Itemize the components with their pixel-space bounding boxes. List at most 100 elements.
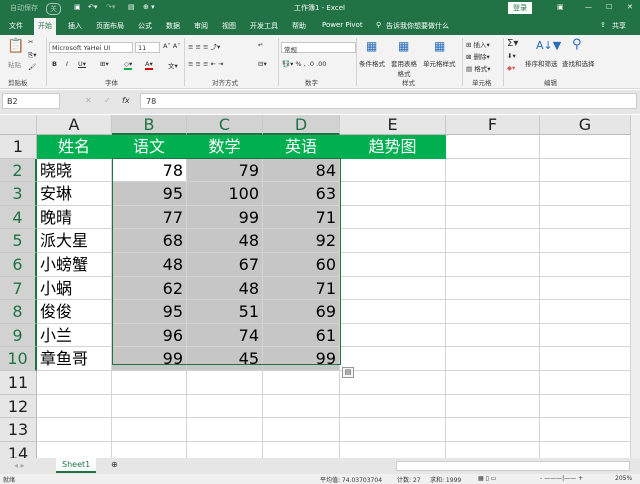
font-size-select[interactable]: 11 — [135, 42, 160, 53]
cell-f12[interactable] — [446, 394, 540, 419]
column-header-d[interactable]: D — [263, 115, 340, 135]
wrap-text-icon[interactable]: ↵ — [258, 41, 263, 49]
row-header-13[interactable]: 13 — [0, 418, 37, 442]
cell-f8[interactable] — [446, 300, 540, 324]
print-preview-icon[interactable]: ▤ — [128, 3, 135, 11]
cell-b4[interactable]: 77 — [112, 205, 187, 230]
cell-c10[interactable]: 45 — [187, 347, 263, 371]
sheet-tab-sheet1[interactable]: Sheet1 — [56, 458, 97, 473]
tab-developer[interactable]: 开发工具 — [250, 21, 278, 31]
column-header-f[interactable]: F — [446, 115, 540, 135]
cell-g9[interactable] — [540, 323, 631, 348]
cell-style-button[interactable]: 单元格样式 — [423, 58, 456, 68]
insert-function-icon[interactable]: fx — [122, 96, 130, 105]
underline-button[interactable]: U▾ — [78, 60, 86, 68]
cell-a8[interactable]: 俊俊 — [37, 300, 112, 324]
cell-c3[interactable]: 100 — [187, 182, 263, 206]
cell-f2[interactable] — [446, 158, 540, 183]
cell-a9[interactable]: 小兰 — [37, 323, 112, 348]
cell-b2[interactable]: 78 — [112, 158, 187, 183]
copy-icon[interactable]: ⎘▾ — [28, 51, 36, 60]
cell-d12[interactable] — [263, 394, 340, 419]
cell-f3[interactable] — [446, 182, 540, 206]
cell-a10[interactable]: 章鱼哥 — [37, 347, 112, 371]
autosave-toggle[interactable]: 关 — [46, 3, 61, 15]
cell-g13[interactable] — [540, 418, 631, 442]
cell-f13[interactable] — [446, 418, 540, 442]
cell-a5[interactable]: 派大星 — [37, 229, 112, 253]
cell-b12[interactable] — [112, 394, 187, 419]
font-grow-icon[interactable]: A˄ A˅ — [163, 42, 180, 50]
cell-b3[interactable]: 95 — [112, 182, 187, 206]
row-header-12[interactable]: 12 — [0, 394, 37, 419]
cell-g8[interactable] — [540, 300, 631, 324]
autosave-label[interactable]: 自动保存 — [10, 3, 38, 13]
tab-file[interactable]: 文件 — [9, 21, 23, 31]
clear-icon[interactable]: ◆▾ — [507, 64, 515, 72]
tab-view[interactable]: 视图 — [222, 21, 236, 31]
font-name-select[interactable]: Microsoft YaHei UI — [49, 42, 133, 53]
find-icon[interactable]: ⚲ — [572, 37, 582, 52]
cell-b9[interactable]: 96 — [112, 323, 187, 348]
close-icon[interactable]: ✕ — [627, 3, 633, 11]
cell-f7[interactable] — [446, 276, 540, 301]
sort-filter-button[interactable]: 排序和筛选 — [525, 58, 558, 68]
tab-help[interactable]: 帮助 — [292, 21, 306, 31]
paste-button[interactable]: 粘贴 — [8, 59, 21, 69]
cell-g1[interactable] — [540, 135, 631, 159]
font-color-icon[interactable]: A▾ — [145, 60, 153, 70]
tab-power-pivot[interactable]: Power Pivot — [322, 21, 363, 29]
cell-e12[interactable] — [340, 394, 446, 419]
horizontal-scrollbar[interactable] — [396, 461, 630, 471]
cell-g12[interactable] — [540, 394, 631, 419]
cell-d6[interactable]: 60 — [263, 253, 340, 277]
autosum-icon[interactable]: Σ▾ — [507, 38, 518, 49]
cell-b5[interactable]: 68 — [112, 229, 187, 253]
cell-c12[interactable] — [187, 394, 263, 419]
cell-style-icon[interactable]: ▦ — [434, 39, 445, 53]
cut-icon[interactable]: ✂ — [28, 38, 33, 46]
cell-b7[interactable]: 62 — [112, 276, 187, 301]
cell-d13[interactable] — [263, 418, 340, 442]
row-header-9[interactable]: 9 — [0, 323, 37, 348]
cell-e6[interactable] — [340, 253, 446, 277]
bold-button[interactable]: B — [52, 60, 57, 68]
column-header-a[interactable]: A — [37, 115, 112, 135]
vertical-scrollbar[interactable] — [631, 115, 640, 458]
cell-a12[interactable] — [37, 394, 112, 419]
row-header-6[interactable]: 6 — [0, 253, 37, 277]
cancel-icon[interactable]: ✕ — [85, 96, 92, 105]
cell-e4[interactable] — [340, 205, 446, 230]
cell-g5[interactable] — [540, 229, 631, 253]
row-header-2[interactable]: 2 — [0, 158, 37, 183]
cell-a3[interactable]: 安琳 — [37, 182, 112, 206]
align-top-icon[interactable]: ≡ ≡ ≡ ⤴▾ — [188, 41, 220, 51]
fill-icon[interactable]: ⬇▾ — [507, 52, 516, 60]
tab-page-layout[interactable]: 页面布局 — [96, 21, 124, 31]
cell-f11[interactable] — [446, 371, 540, 395]
cell-a6[interactable]: 小螃蟹 — [37, 253, 112, 277]
cell-b1[interactable]: 语文 — [112, 135, 187, 159]
cell-e5[interactable] — [340, 229, 446, 253]
zoom-level[interactable]: 205% — [615, 475, 632, 482]
cell-e8[interactable] — [340, 300, 446, 324]
currency-icon[interactable]: 💱▾ % , .0 .00 — [282, 60, 326, 68]
cell-g11[interactable] — [540, 371, 631, 395]
cell-d4[interactable]: 71 — [263, 205, 340, 230]
select-all-corner[interactable] — [0, 115, 37, 135]
cell-c6[interactable]: 67 — [187, 253, 263, 277]
table-format-icon[interactable]: ▦ — [398, 39, 409, 53]
cell-c8[interactable]: 51 — [187, 300, 263, 324]
cell-b8[interactable]: 95 — [112, 300, 187, 324]
name-box[interactable]: B2 — [2, 93, 60, 109]
cell-c11[interactable] — [187, 371, 263, 395]
tab-insert[interactable]: 插入 — [68, 21, 82, 31]
cell-g6[interactable] — [540, 253, 631, 277]
cell-b10[interactable]: 99 — [112, 347, 187, 371]
cell-a7[interactable]: 小蜗 — [37, 276, 112, 301]
cell-e1[interactable]: 趋势图 — [340, 135, 446, 159]
conditional-format-icon[interactable]: ▦ — [366, 39, 377, 53]
cell-c7[interactable]: 48 — [187, 276, 263, 301]
share-icon[interactable]: ⇪ — [600, 21, 606, 29]
cell-e13[interactable] — [340, 418, 446, 442]
